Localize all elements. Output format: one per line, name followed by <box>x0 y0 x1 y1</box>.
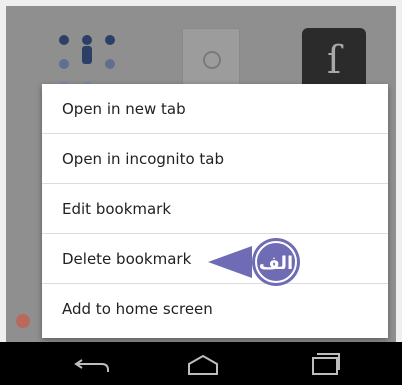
home-icon[interactable] <box>183 350 223 378</box>
navigation-bar <box>0 342 402 385</box>
menu-item-add-to-home-screen[interactable]: Add to home screen <box>42 284 388 334</box>
menu-item-open-incognito-tab[interactable]: Open in incognito tab <box>42 134 388 184</box>
dots-logo-icon <box>59 35 115 91</box>
page-glyph-icon <box>203 51 221 69</box>
menu-item-open-new-tab[interactable]: Open in new tab <box>42 84 388 134</box>
annotation-arrow-icon: الف <box>208 238 300 286</box>
chrome-favicon-icon <box>16 314 30 328</box>
menu-item-edit-bookmark[interactable]: Edit bookmark <box>42 184 388 234</box>
bookmark-thumbnail-logo[interactable]: ſ <box>302 28 366 92</box>
context-menu: Open in new tab Open in incognito tab Ed… <box>42 84 388 338</box>
phone-screen: ſ Open in new tab Open in incognito tab … <box>0 0 402 385</box>
calligraphy-logo-icon: ſ <box>326 38 342 82</box>
annotation-badge-text: الف <box>259 253 293 274</box>
recents-icon[interactable] <box>305 350 345 378</box>
back-icon[interactable] <box>72 350 112 378</box>
